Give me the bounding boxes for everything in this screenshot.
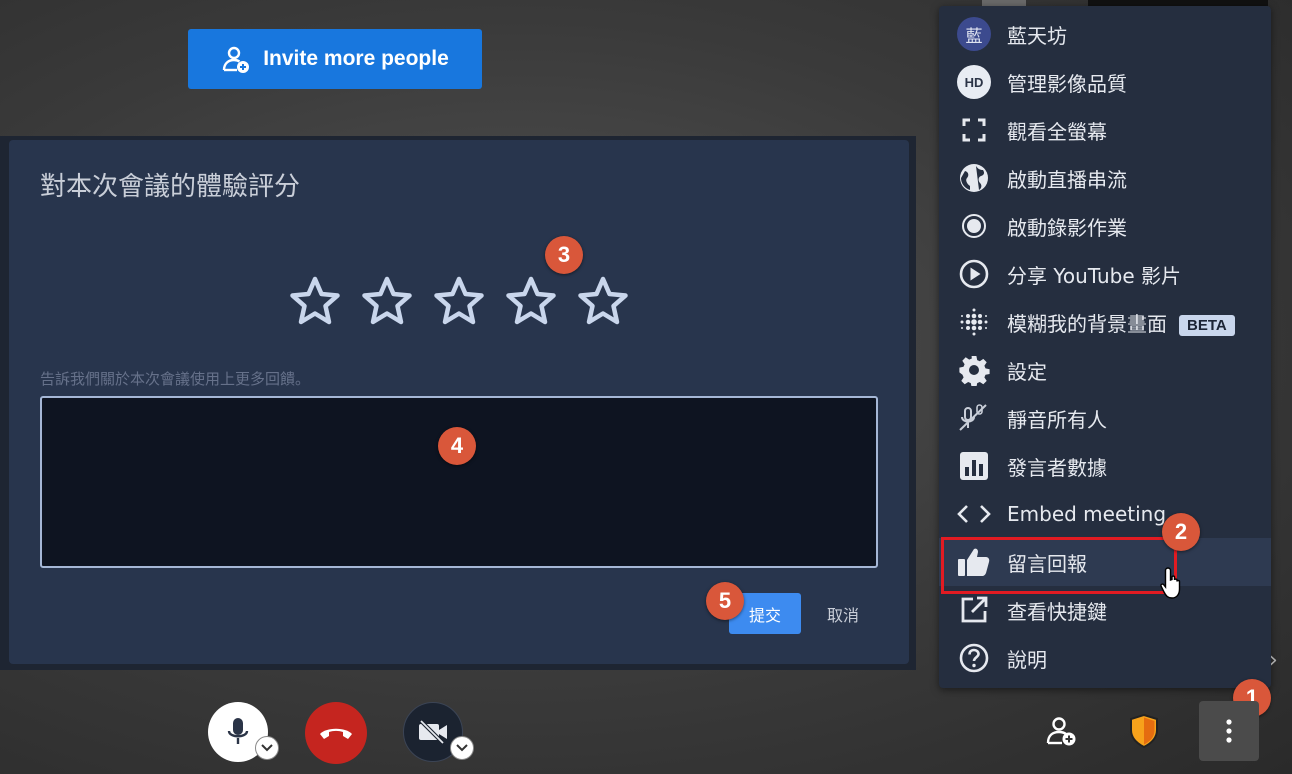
menu-item-live-stream[interactable]: 啟動直播串流	[939, 154, 1271, 202]
star-1-icon[interactable]	[287, 274, 343, 330]
feedback-textarea[interactable]	[40, 396, 878, 568]
menu-item-share-youtube[interactable]: 分享 YouTube 影片	[939, 250, 1271, 298]
blur-icon	[957, 305, 991, 339]
invite-participant-button[interactable]	[1032, 701, 1092, 761]
menu-item-label: 設定	[1007, 359, 1047, 384]
menu-item-label: 靜音所有人	[1007, 407, 1107, 432]
star-5-icon[interactable]	[575, 274, 631, 330]
security-options-button[interactable]	[1114, 701, 1174, 761]
star-4-icon[interactable]	[503, 274, 559, 330]
shield-icon	[1130, 713, 1158, 749]
highlight-box	[941, 537, 1177, 594]
menu-item-help[interactable]: 說明	[939, 634, 1271, 682]
menu-item-label: 管理影像品質	[1007, 71, 1127, 96]
menu-item-label: 說明	[1007, 647, 1047, 672]
star-2-icon[interactable]	[359, 274, 415, 330]
menu-item-speaker-stats[interactable]: 發言者數據	[939, 442, 1271, 490]
add-person-icon	[223, 46, 250, 73]
external-link-icon	[957, 593, 991, 627]
step-badge-3: 3	[545, 236, 583, 274]
chevron-right-icon[interactable]: ›	[1269, 648, 1278, 673]
gear-icon	[957, 353, 991, 387]
microphone-icon	[227, 718, 249, 744]
hangup-button[interactable]	[305, 702, 367, 764]
mute-all-icon	[957, 401, 991, 435]
feedback-label: 告訴我們關於本次會議使用上更多回饋。	[40, 370, 311, 388]
menu-item-video-quality[interactable]: HD 管理影像品質	[939, 58, 1271, 106]
menu-item-label: 發言者數據	[1007, 455, 1107, 480]
camera-off-icon	[419, 719, 447, 745]
star-3-icon[interactable]	[431, 274, 487, 330]
phone-hangup-icon	[320, 728, 352, 739]
chevron-down-icon	[261, 744, 273, 752]
record-icon	[957, 209, 991, 243]
hd-icon: HD	[957, 65, 991, 99]
menu-item-blur-background[interactable]: 模糊我的背景畫面 BETA	[939, 298, 1271, 346]
more-actions-button[interactable]	[1199, 701, 1259, 761]
menu-item-label: 啟動直播串流	[1007, 167, 1127, 192]
embed-icon	[957, 497, 991, 531]
microphone-options-button[interactable]	[255, 736, 279, 760]
menu-item-profile[interactable]: 藍 藍天坊	[939, 10, 1271, 58]
more-vertical-icon	[1226, 719, 1232, 743]
step-badge-5: 5	[706, 582, 744, 620]
dialog-title: 對本次會議的體驗評分	[40, 172, 301, 202]
play-icon	[957, 257, 991, 291]
beta-badge: BETA	[1179, 314, 1235, 336]
menu-item-label: Embed meeting	[1007, 502, 1167, 526]
menu-item-settings[interactable]: 設定	[939, 346, 1271, 394]
menu-item-embed-meeting[interactable]: Embed meeting	[939, 490, 1271, 538]
menu-item-label: 分享 YouTube 影片	[1007, 263, 1182, 288]
step-badge-2: 2	[1162, 513, 1200, 551]
menu-item-mute-everyone[interactable]: 靜音所有人	[939, 394, 1271, 442]
invite-button-label: Invite more people	[263, 47, 449, 70]
avatar: 藍	[957, 17, 991, 51]
fullscreen-icon	[957, 113, 991, 147]
add-person-icon	[1046, 717, 1076, 746]
menu-item-label: 模糊我的背景畫面	[1007, 311, 1167, 336]
menu-item-label: 藍天坊	[1007, 23, 1067, 48]
hand-cursor-icon	[1160, 567, 1181, 599]
menu-item-fullscreen[interactable]: 觀看全螢幕	[939, 106, 1271, 154]
menu-item-label: 查看快捷鍵	[1007, 599, 1107, 624]
globe-icon	[957, 161, 991, 195]
help-icon	[957, 641, 991, 675]
cancel-button[interactable]: 取消	[815, 593, 871, 634]
menu-item-label: 啟動錄影作業	[1007, 215, 1127, 240]
menu-item-recording[interactable]: 啟動錄影作業	[939, 202, 1271, 250]
step-badge-4: 4	[438, 427, 476, 465]
stats-icon	[957, 449, 991, 483]
star-rating	[287, 274, 631, 330]
chevron-down-icon	[456, 744, 468, 752]
menu-item-label: 觀看全螢幕	[1007, 119, 1107, 144]
invite-more-people-button[interactable]: Invite more people	[188, 29, 482, 89]
rating-dialog: 對本次會議的體驗評分 告訴我們關於本次會議使用上更多回饋。 提交 取消	[9, 140, 909, 664]
camera-options-button[interactable]	[450, 736, 474, 760]
